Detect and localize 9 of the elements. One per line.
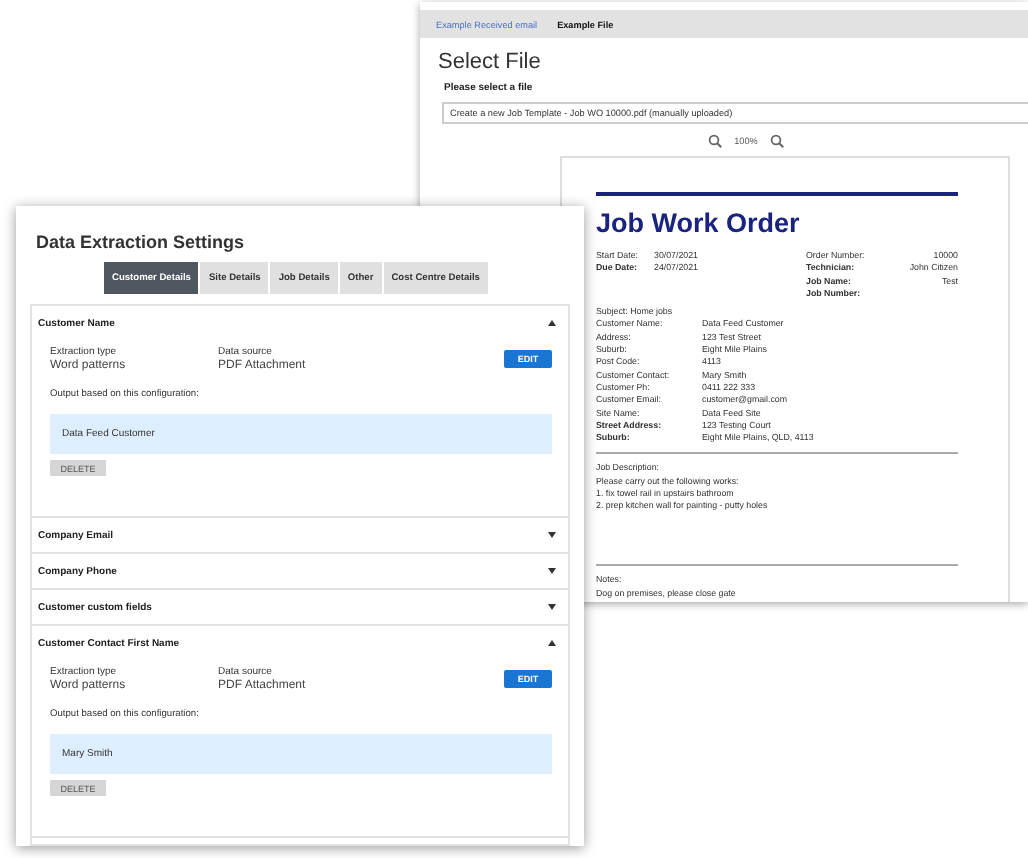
collapse-caret-icon bbox=[548, 640, 556, 646]
document-title: Job Work Order bbox=[596, 208, 802, 238]
collapse-caret-icon bbox=[548, 320, 556, 326]
zoom-in-icon[interactable] bbox=[769, 134, 784, 148]
expand-caret-icon bbox=[548, 532, 556, 538]
expand-caret-icon bbox=[548, 568, 556, 574]
window-title: Select File bbox=[438, 50, 543, 74]
zoom-out-icon[interactable] bbox=[708, 134, 723, 148]
panel-title: Data Extraction Settings bbox=[36, 232, 247, 252]
